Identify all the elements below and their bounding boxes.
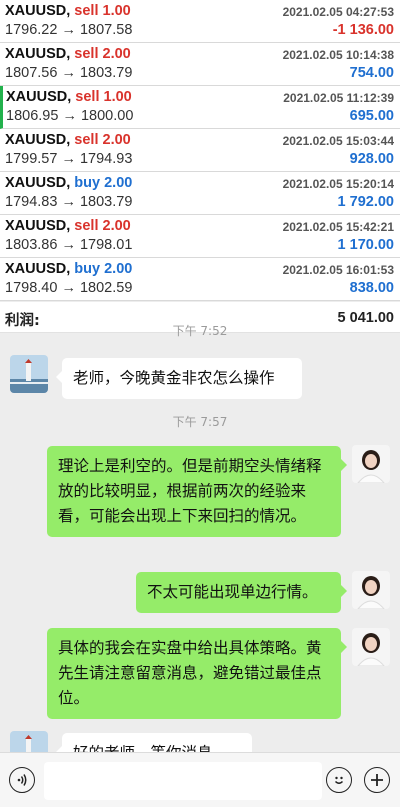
trade-profit: 695.00	[349, 108, 394, 124]
trade-prices: 1803.86 → 1798.01	[5, 237, 133, 253]
trade-side: buy 2.00	[74, 261, 133, 277]
chat-timestamp: 下午 7:57	[172, 415, 228, 429]
trade-row-selected[interactable]: XAUUSD, sell 1.00 2021.02.05 11:12:39 18…	[0, 86, 400, 129]
trade-time: 2021.02.05 11:12:39	[283, 91, 394, 105]
trade-row[interactable]: XAUUSD, sell 2.00 2021.02.05 10:14:38 18…	[0, 43, 400, 86]
trade-time: 2021.02.05 15:42:21	[282, 220, 394, 234]
teacher-avatar[interactable]	[352, 445, 390, 483]
chat-timestamp: 下午 7:52	[172, 324, 228, 338]
trade-row[interactable]: XAUUSD, buy 2.00 2021.02.05 15:20:14 179…	[0, 172, 400, 215]
message-bubble-incoming[interactable]: 老师，今晚黄金非农怎么操作	[56, 358, 302, 399]
chat-input-bar	[0, 752, 400, 807]
trade-side: sell 1.00	[75, 89, 132, 105]
trade-side: sell 2.00	[74, 132, 131, 148]
trade-time: 2021.02.05 15:03:44	[282, 134, 394, 148]
trade-prices: 1798.40 → 1802.59	[5, 280, 133, 296]
trade-side: sell 1.00	[74, 3, 131, 19]
teacher-avatar[interactable]	[352, 628, 390, 666]
trade-symbol: XAUUSD,	[5, 3, 71, 19]
trade-time: 2021.02.05 04:27:53	[282, 5, 394, 19]
trade-profit: 838.00	[349, 280, 394, 296]
trade-side: buy 2.00	[74, 175, 133, 191]
trade-prices: 1799.57 → 1794.93	[5, 151, 133, 167]
trade-symbol: XAUUSD,	[5, 132, 71, 148]
message-input[interactable]	[44, 762, 322, 800]
trade-symbol: XAUUSD,	[6, 89, 72, 105]
trade-symbol: XAUUSD,	[5, 46, 71, 62]
trade-symbol: XAUUSD,	[5, 218, 71, 234]
trade-side: sell 2.00	[74, 46, 131, 62]
message-bubble-outgoing[interactable]: 不太可能出现单边行情。	[136, 572, 347, 613]
trade-prices: 1796.22 → 1807.58	[5, 22, 133, 38]
trade-profit: -1 136.00	[332, 22, 394, 38]
trade-time: 2021.02.05 15:20:14	[282, 177, 394, 191]
trade-row[interactable]: XAUUSD, buy 2.00 2021.02.05 16:01:53 179…	[0, 258, 400, 301]
trade-time: 2021.02.05 10:14:38	[282, 48, 394, 62]
voice-icon[interactable]	[9, 767, 35, 793]
trade-prices: 1807.56 → 1803.79	[5, 65, 133, 81]
plus-icon[interactable]	[364, 767, 390, 793]
message-bubble-outgoing[interactable]: 理论上是利空的。但是前期空头情绪释放的比较明显，根据前两次的经验来看，可能会出现…	[47, 446, 347, 537]
trade-time: 2021.02.05 16:01:53	[282, 263, 394, 277]
trade-row[interactable]: XAUUSD, sell 2.00 2021.02.05 15:03:44 17…	[0, 129, 400, 172]
teacher-avatar[interactable]	[352, 571, 390, 609]
user-avatar[interactable]	[10, 355, 48, 393]
emoji-icon[interactable]	[326, 767, 352, 793]
trade-profit: 754.00	[349, 65, 394, 81]
trade-prices: 1794.83 → 1803.79	[5, 194, 133, 210]
message-bubble-outgoing[interactable]: 具体的我会在实盘中给出具体策略。黄先生请注意留意消息，避免错过最佳点位。	[47, 628, 347, 719]
trade-symbol: XAUUSD,	[5, 261, 71, 277]
trade-prices: 1806.95 → 1800.00	[6, 108, 134, 124]
trade-row[interactable]: XAUUSD, sell 1.00 2021.02.05 04:27:53 17…	[0, 0, 400, 43]
trade-profit: 928.00	[349, 151, 394, 167]
trade-profit: 1 170.00	[337, 237, 394, 253]
trade-row[interactable]: XAUUSD, sell 2.00 2021.02.05 15:42:21 18…	[0, 215, 400, 258]
trade-side: sell 2.00	[74, 218, 131, 234]
trade-profit: 1 792.00	[337, 194, 394, 210]
trade-symbol: XAUUSD,	[5, 175, 71, 191]
trade-history-list: XAUUSD, sell 1.00 2021.02.05 04:27:53 17…	[0, 0, 400, 301]
